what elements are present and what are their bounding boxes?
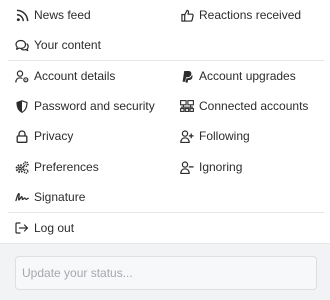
menu-item-label: Preferences (34, 160, 99, 174)
user-minus-icon (180, 160, 194, 174)
menu-item-label: Reactions received (199, 8, 302, 22)
signature-icon (15, 190, 29, 204)
menu-item-label: Privacy (34, 129, 74, 143)
menu-item-label: Password and security (34, 99, 155, 113)
menu-item-label: Ignoring (199, 160, 243, 174)
lock-icon (15, 129, 29, 143)
paypal-icon (180, 69, 194, 83)
menu-item-connected-accounts[interactable]: Connected accounts (180, 94, 308, 118)
menu-item-label: Account details (34, 69, 116, 83)
user-plus-icon (180, 129, 194, 143)
connected-accounts-icon (180, 99, 194, 113)
account-menu: News feed Reactions received Your conten… (0, 0, 330, 243)
status-footer (0, 243, 330, 300)
menu-item-ignoring[interactable]: Ignoring (180, 155, 242, 179)
menu-item-news-feed[interactable]: News feed (15, 3, 91, 27)
menu-item-reactions-received[interactable]: Reactions received (180, 3, 301, 27)
menu-item-account-details[interactable]: Account details (15, 64, 115, 88)
menu-item-your-content[interactable]: Your content (15, 33, 101, 57)
cogs-icon (15, 160, 29, 174)
menu-item-label: Signature (34, 190, 86, 204)
menu-item-account-upgrades[interactable]: Account upgrades (180, 64, 296, 88)
status-input[interactable] (15, 256, 317, 290)
menu-item-preferences[interactable]: Preferences (15, 155, 99, 179)
menu-item-label: Log out (34, 221, 75, 235)
thumbs-up-icon (180, 8, 194, 22)
user-cog-icon (15, 69, 29, 83)
shield-icon (15, 99, 29, 113)
menu-item-privacy[interactable]: Privacy (15, 124, 73, 148)
menu-item-signature[interactable]: Signature (15, 185, 85, 209)
divider (8, 60, 324, 61)
menu-item-label: Your content (34, 38, 101, 52)
menu-item-label: Connected accounts (199, 99, 309, 113)
menu-item-label: Following (199, 129, 250, 143)
comments-icon (15, 38, 29, 52)
rss-icon (15, 8, 29, 22)
divider (8, 212, 324, 213)
menu-item-log-out[interactable]: Log out (15, 216, 74, 240)
menu-item-password-security[interactable]: Password and security (15, 94, 155, 118)
menu-item-label: News feed (34, 8, 91, 22)
menu-item-label: Account upgrades (199, 69, 296, 83)
sign-out-icon (15, 221, 29, 235)
menu-item-following[interactable]: Following (180, 124, 250, 148)
